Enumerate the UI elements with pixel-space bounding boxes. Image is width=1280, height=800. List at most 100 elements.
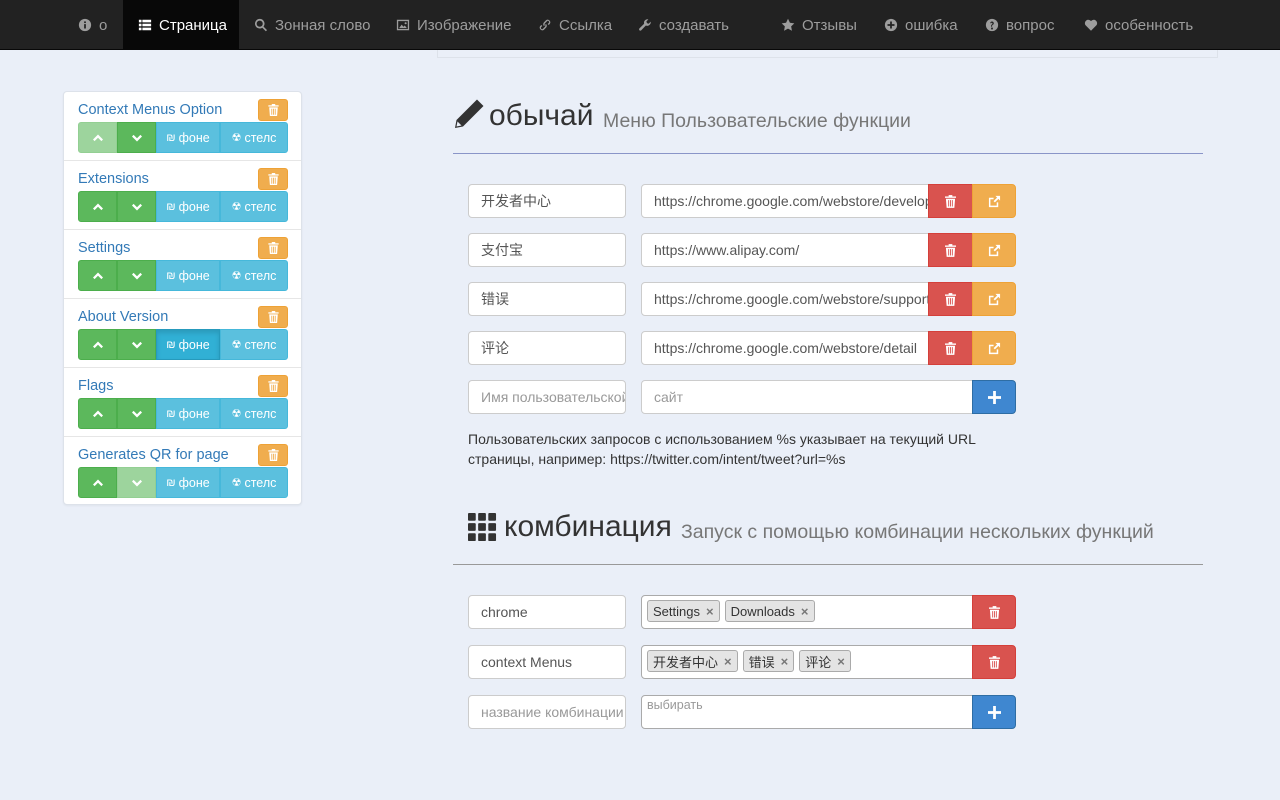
move-down-button[interactable] (117, 260, 156, 291)
delete-custom-button[interactable] (928, 331, 973, 365)
move-down-button[interactable] (117, 329, 156, 360)
delete-item-button[interactable] (258, 444, 288, 466)
open-custom-button[interactable] (972, 282, 1016, 316)
delete-item-button[interactable] (258, 306, 288, 328)
nav-feature[interactable]: особенность (1084, 0, 1193, 50)
sidebar-item-title[interactable]: Extensions (78, 171, 149, 187)
nav-zone-word[interactable]: Зонная слово (254, 0, 371, 50)
chevron-down-icon (131, 410, 142, 417)
background-icon: ₪ (166, 131, 176, 144)
sidebar-item: Context Menus Option ₪ фоне ☢ стелс (64, 92, 301, 161)
trash-icon (267, 311, 279, 323)
nav-bug[interactable]: ошибка (884, 0, 958, 50)
background-button[interactable]: ₪ фоне (156, 467, 220, 498)
background-icon: ₪ (166, 407, 176, 420)
background-button[interactable]: ₪ фоне (156, 398, 220, 429)
delete-item-button[interactable] (258, 237, 288, 259)
delete-combo-button[interactable] (972, 595, 1016, 629)
question-circle-icon (985, 18, 999, 32)
link-icon (538, 18, 552, 32)
move-down-button[interactable] (117, 191, 156, 222)
move-down-button[interactable] (117, 398, 156, 429)
add-combo-button[interactable] (972, 695, 1016, 729)
nav-image[interactable]: Изображение (396, 0, 512, 50)
remove-tag-icon[interactable]: × (801, 604, 809, 619)
move-up-button[interactable] (78, 467, 117, 498)
combo-tag-label: Downloads (730, 603, 795, 619)
custom-url-input[interactable]: https://www.alipay.com/ (641, 233, 929, 267)
remove-tag-icon[interactable]: × (724, 654, 732, 669)
delete-custom-button[interactable] (928, 184, 973, 218)
delete-custom-button[interactable] (928, 282, 973, 316)
stealth-button[interactable]: ☢ стелс (220, 191, 288, 222)
delete-item-button[interactable] (258, 375, 288, 397)
combo-name-input[interactable]: context Menus (468, 645, 626, 679)
move-up-button[interactable] (78, 122, 117, 153)
combo-tags-input[interactable]: 开发者中心 × 错误 × 评论 × (641, 645, 973, 679)
open-custom-button[interactable] (972, 331, 1016, 365)
remove-tag-icon[interactable]: × (781, 654, 789, 669)
stealth-button[interactable]: ☢ стелс (220, 467, 288, 498)
move-down-button[interactable] (117, 467, 156, 498)
delete-combo-button[interactable] (972, 645, 1016, 679)
custom-url-input[interactable]: https://chrome.google.com/webstore/detai… (641, 331, 929, 365)
nav-question[interactable]: вопрос (985, 0, 1054, 50)
stealth-button[interactable]: ☢ стелс (220, 329, 288, 360)
move-up-button[interactable] (78, 398, 117, 429)
delete-item-button[interactable] (258, 99, 288, 121)
background-button[interactable]: ₪ фоне (156, 122, 220, 153)
nav-reviews-label: Отзывы (802, 16, 857, 34)
stealth-button[interactable]: ☢ стелс (220, 122, 288, 153)
background-button[interactable]: ₪ фоне (156, 260, 220, 291)
remove-tag-icon[interactable]: × (837, 654, 845, 669)
move-down-button[interactable] (117, 122, 156, 153)
combo-tags-input[interactable]: Settings × Downloads × (641, 595, 973, 629)
open-custom-button[interactable] (972, 233, 1016, 267)
stealth-button[interactable]: ☢ стелс (220, 398, 288, 429)
add-custom-button[interactable] (972, 380, 1016, 414)
custom-name-input[interactable]: 评论 (468, 331, 626, 365)
custom-name-input[interactable]: 支付宝 (468, 233, 626, 267)
move-up-button[interactable] (78, 329, 117, 360)
new-combo-name-input[interactable]: название комбинации (468, 695, 626, 729)
background-label: фоне (178, 130, 210, 145)
background-button[interactable]: ₪ фоне (156, 329, 220, 360)
remove-tag-icon[interactable]: × (706, 604, 714, 619)
trash-icon (945, 243, 956, 257)
open-custom-button[interactable] (972, 184, 1016, 218)
nav-about[interactable]: о (64, 0, 121, 50)
custom-url-input[interactable]: https://chrome.google.com/webstore/suppo… (641, 282, 929, 316)
delete-custom-button[interactable] (928, 233, 973, 267)
stealth-button[interactable]: ☢ стелс (220, 260, 288, 291)
sidebar-item-title[interactable]: Generates QR for page (78, 447, 229, 463)
nav-page[interactable]: Страница (123, 0, 239, 50)
item-actions: ₪ фоне ☢ стелс (78, 329, 288, 360)
move-up-button[interactable] (78, 260, 117, 291)
sidebar-item-title[interactable]: About Version (78, 309, 168, 325)
heart-icon (1084, 18, 1098, 32)
background-label: фоне (178, 475, 210, 490)
custom-url-input[interactable]: https://chrome.google.com/webstore/devel… (641, 184, 929, 218)
nav-link[interactable]: Ссылка (538, 0, 612, 50)
nav-reviews[interactable]: Отзывы (781, 0, 857, 50)
nav-create[interactable]: создавать (638, 0, 729, 50)
new-custom-url-input[interactable]: сайт (641, 380, 973, 414)
sidebar-item-title[interactable]: Context Menus Option (78, 102, 222, 118)
share-icon (988, 342, 1000, 354)
background-button[interactable]: ₪ фоне (156, 191, 220, 222)
delete-item-button[interactable] (258, 168, 288, 190)
custom-name-input[interactable]: 开发者中心 (468, 184, 626, 218)
sidebar-item-title[interactable]: Flags (78, 378, 113, 394)
chevron-up-icon (92, 479, 103, 486)
sidebar-item-title[interactable]: Settings (78, 240, 130, 256)
combo-select-input[interactable]: выбирать (641, 695, 973, 729)
custom-name-input[interactable]: 错误 (468, 282, 626, 316)
item-actions: ₪ фоне ☢ стелс (78, 191, 288, 222)
move-up-button[interactable] (78, 191, 117, 222)
search-icon (254, 18, 268, 32)
item-actions: ₪ фоне ☢ стелс (78, 398, 288, 429)
new-custom-name-input[interactable]: Имя пользовательской (468, 380, 626, 414)
chevron-down-icon (131, 272, 142, 279)
combo-divider (453, 564, 1203, 565)
combo-name-input[interactable]: chrome (468, 595, 626, 629)
